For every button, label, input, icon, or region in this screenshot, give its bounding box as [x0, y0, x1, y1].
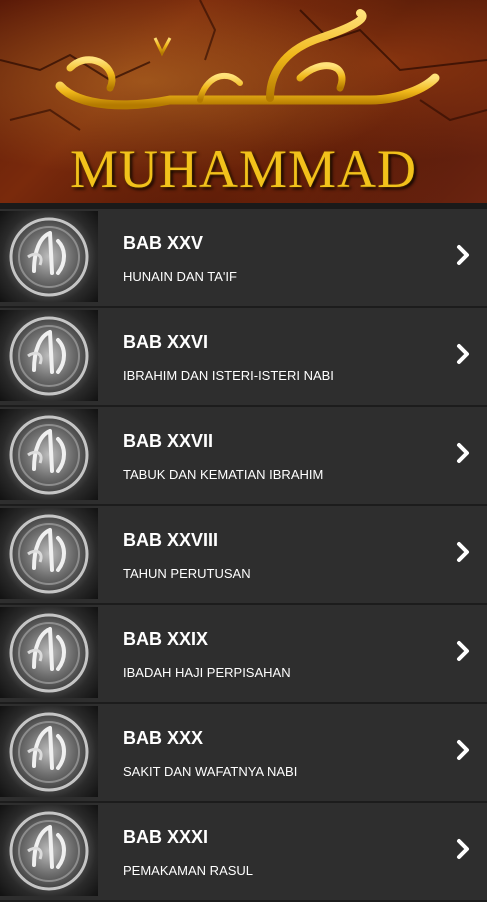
chapter-list: BAB XXV HUNAIN DAN TA'IF BAB XXVI IBRAHI…: [0, 209, 487, 902]
chevron-right-icon: [457, 542, 469, 562]
chapter-list-item[interactable]: BAB XXIX IBADAH HAJI PERPISAHAN: [0, 605, 487, 704]
chevron-right-icon: [457, 443, 469, 463]
calligraphy-medallion-icon: [0, 607, 98, 698]
chapter-heading: BAB XXXI: [123, 827, 209, 847]
chevron-right-icon: [457, 740, 469, 760]
calligraphy-medallion-icon: [0, 211, 98, 302]
chapter-subtitle: TAHUN PERUTUSAN: [123, 566, 251, 581]
chapter-heading: BAB XXIX: [123, 629, 209, 649]
chapter-heading: BAB XXVI: [123, 332, 209, 352]
chapter-heading: BAB XXX: [123, 728, 204, 748]
arabic-calligraphy-logo: [55, 9, 440, 110]
chapter-list-item[interactable]: BAB XXV HUNAIN DAN TA'IF: [0, 209, 487, 308]
chapter-subtitle: TABUK DAN KEMATIAN IBRAHIM: [123, 467, 324, 482]
calligraphy-medallion-icon: [0, 409, 98, 500]
chevron-right-icon: [457, 344, 469, 364]
chapter-list-item[interactable]: BAB XXVI IBRAHIM DAN ISTERI-ISTERI NABI: [0, 308, 487, 407]
calligraphy-medallion-icon: [0, 508, 98, 599]
calligraphy-medallion-icon: [0, 310, 98, 401]
header-banner: MUHAMMAD: [0, 0, 487, 203]
chevron-right-icon: [457, 839, 469, 859]
chapter-list-item[interactable]: BAB XXX SAKIT DAN WAFATNYA NABI: [0, 704, 487, 803]
chapter-subtitle: IBADAH HAJI PERPISAHAN: [123, 665, 291, 680]
chapter-subtitle: SAKIT DAN WAFATNYA NABI: [123, 764, 298, 779]
chapter-subtitle: PEMAKAMAN RASUL: [123, 863, 254, 878]
calligraphy-medallion-icon: [0, 706, 98, 797]
chevron-right-icon: [457, 245, 469, 265]
chapter-list-item[interactable]: BAB XXXI PEMAKAMAN RASUL: [0, 803, 487, 902]
banner-title: MUHAMMAD: [69, 139, 418, 199]
chapter-heading: BAB XXV: [123, 233, 204, 253]
chapter-heading: BAB XXVII: [123, 431, 214, 451]
calligraphy-medallion-icon: [0, 805, 98, 896]
chapter-subtitle: IBRAHIM DAN ISTERI-ISTERI NABI: [123, 368, 334, 383]
chapter-list-item[interactable]: BAB XXVIII TAHUN PERUTUSAN: [0, 506, 487, 605]
chapter-subtitle: HUNAIN DAN TA'IF: [123, 269, 237, 284]
chevron-right-icon: [457, 641, 469, 661]
chapter-list-item[interactable]: BAB XXVII TABUK DAN KEMATIAN IBRAHIM: [0, 407, 487, 506]
chapter-heading: BAB XXVIII: [123, 530, 219, 550]
